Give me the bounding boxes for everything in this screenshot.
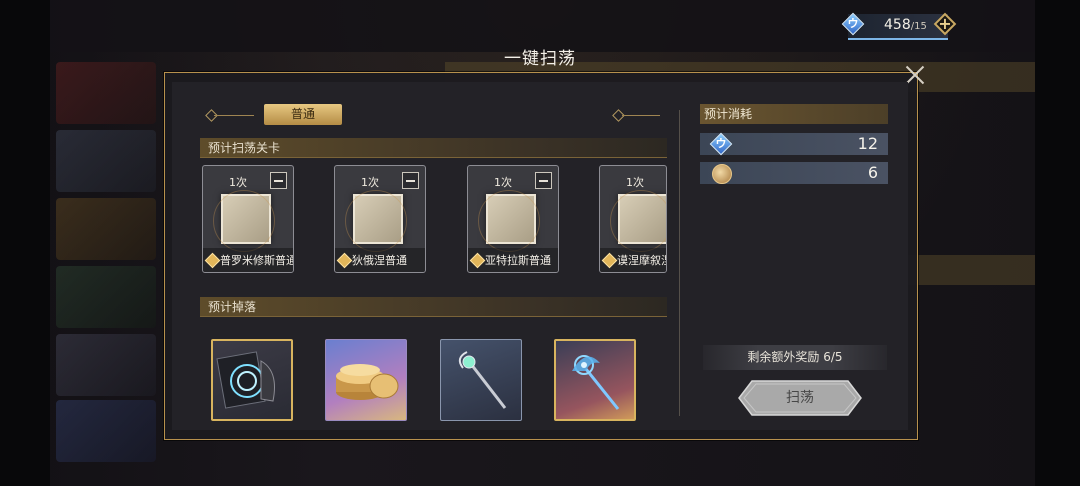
stage-name: 谟涅摩叙涅 [617,254,667,267]
gold-coins-icon [336,364,399,400]
cost-row: ウ 12 [700,132,888,156]
silver-staff-icon [458,351,507,409]
drop-item[interactable] [440,339,522,421]
add-stamina-button[interactable]: + [933,12,957,36]
drop-item[interactable] [211,339,293,421]
background-thumbnail [56,130,156,192]
crystal-staff-icon [572,355,620,410]
sweep-button-label: 扫荡 [786,390,814,406]
stage-card[interactable]: 1次 谟涅摩叙涅 [599,165,667,273]
stage-card[interactable]: 1次 狄俄涅普通 [334,165,426,273]
minus-button[interactable] [535,172,552,189]
stage-card[interactable]: 1次 亚特拉斯普通 [467,165,559,273]
gold-diamond-icon [204,252,221,269]
gold-diamond-icon [601,252,618,269]
stage-name: 狄俄涅普通 [352,254,407,267]
drop-item[interactable] [325,339,407,421]
drops-header: 预计掉落 [200,297,667,317]
background-thumbnail [56,334,156,396]
ornament-line [622,115,660,116]
stage-name: 普罗米修斯普通 [220,254,294,267]
gold-diamond-icon [469,252,486,269]
stamina-diamond-icon: ウ [841,12,865,36]
gold-diamond-icon [336,252,353,269]
background-thumbnail [56,62,156,124]
crest-fragment-icon [216,351,275,409]
ticket-coin-icon [712,164,732,184]
extra-reward-counter: 剩余额外奖励 6/5 [703,345,887,370]
stamina-diamond-icon: ウ [709,132,733,156]
stage-name: 亚特拉斯普通 [485,254,551,267]
plus-icon: + [938,14,952,33]
sweep-count: 1次 [626,176,644,189]
minus-button[interactable] [270,172,287,189]
stamina-value: 458/15 [884,17,927,33]
cost-row: 6 [700,162,888,184]
sweep-button[interactable]: 扫荡 [738,380,862,416]
background-thumbnail [56,198,156,260]
stage-map-icon [345,190,407,252]
stage-map-icon [610,190,666,252]
sweep-count: 1次 [361,176,379,189]
background-thumbnail [56,266,156,328]
sweep-count: 1次 [494,176,512,189]
minus-button[interactable] [402,172,419,189]
tab-normal[interactable]: 普通 [264,104,342,125]
stage-map-icon [213,190,275,252]
cost-header: 预计消耗 [700,104,888,124]
drop-item[interactable] [554,339,636,421]
stage-map-icon [478,190,540,252]
background-left-edge [0,0,50,486]
background-right-edge [1035,0,1080,486]
ornament-line [214,115,254,116]
cost-value: 12 [857,134,878,153]
dialog-title: 一键扫荡 [504,49,576,69]
sweep-count: 1次 [229,176,247,189]
stages-header: 预计扫荡关卡 [200,138,667,158]
column-divider [679,110,680,416]
stage-card[interactable]: 1次 普罗米修斯普通 [202,165,294,273]
background-thumbnail [56,400,156,462]
cost-value: 6 [867,163,878,182]
